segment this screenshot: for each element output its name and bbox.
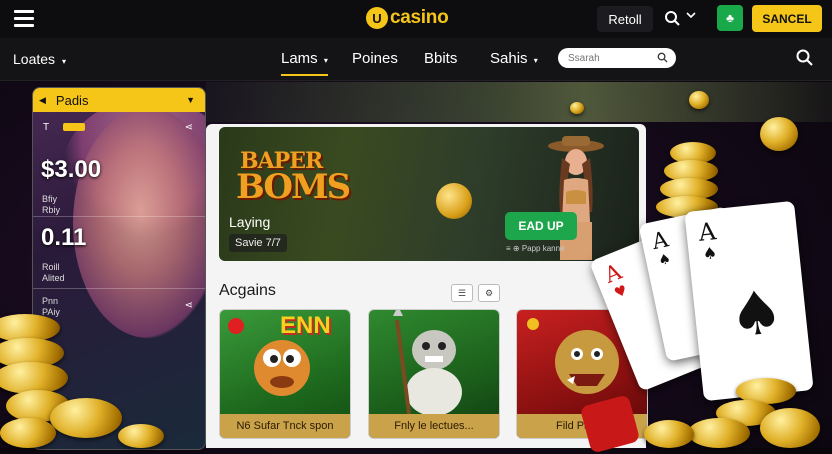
share-icon[interactable]: ⋖ — [185, 122, 193, 133]
heart-icon: ♥ — [612, 282, 630, 302]
game-title: Fnly le lectues... — [369, 414, 499, 438]
nav-item-lams[interactable]: Lams ▾ — [281, 50, 328, 76]
banner-title: BAPER BOMS — [236, 148, 351, 207]
coin-icon — [50, 398, 122, 438]
nav-item-poines[interactable]: Poines — [352, 50, 398, 67]
search-icon[interactable] — [795, 48, 815, 68]
banner-title-line2: BOMS — [236, 167, 351, 207]
playing-card: A ♠ ♠ — [684, 200, 814, 402]
share-icon[interactable]: ⋖ — [185, 300, 193, 311]
panel-header[interactable]: ◀ Padis ▼ — [33, 88, 205, 112]
search-input[interactable] — [566, 51, 660, 65]
coin-icon — [689, 91, 709, 109]
sub-line: Roill — [42, 262, 60, 272]
nav-item-label: Sahis — [490, 50, 528, 67]
search-icon[interactable] — [657, 52, 668, 63]
game-card[interactable]: Fnly le lectues... — [368, 309, 500, 439]
coin-icon — [118, 424, 164, 448]
balance-amount: $3.00 — [41, 156, 102, 183]
divider — [33, 216, 205, 217]
coin-icon — [0, 418, 56, 448]
sub-line: Alited — [42, 273, 65, 283]
coin-icon — [760, 117, 798, 151]
background-scene — [206, 82, 832, 122]
cowgirl-illustration — [548, 136, 604, 260]
spade-icon: ♠ — [725, 276, 787, 352]
nav-item-sahis[interactable]: Sahis ▾ — [490, 50, 538, 67]
chevron-down-icon: ▾ — [533, 56, 538, 65]
coin-icon — [570, 102, 584, 114]
chevron-down-icon: ▾ — [61, 57, 66, 66]
coin-icon — [436, 183, 472, 219]
search-box[interactable] — [558, 48, 676, 68]
top-bar: U casino Retoll ♣ SANCEL — [0, 0, 832, 38]
arrow-left-icon[interactable]: ◀ — [39, 95, 46, 106]
nav-bar: Loates ▾ Lams ▾ Poines Bbits Sahis ▾ — [0, 38, 832, 81]
coin-icon — [644, 420, 694, 448]
read-up-button[interactable]: EAD UP — [505, 212, 577, 240]
retail-button[interactable]: Retoll — [597, 6, 653, 32]
chevron-down-icon[interactable] — [685, 9, 697, 21]
game-card[interactable]: ENN N6 Sufar Tnck spon — [219, 309, 351, 439]
chevron-down-icon: ▾ — [323, 56, 328, 65]
sub-line: Pnn — [42, 296, 59, 306]
game-title: N6 Sufar Tnck spon — [220, 414, 350, 438]
nav-dropdown[interactable]: Loates ▾ — [13, 51, 66, 67]
user-icon[interactable]: ♣ — [717, 5, 743, 31]
list-view-icon[interactable]: ☰ — [451, 284, 473, 302]
banner-label: Laying — [229, 214, 271, 230]
logo-text: casino — [390, 7, 449, 28]
sub-line: Bfiy — [42, 194, 58, 204]
spade-icon: ♠ — [701, 243, 719, 264]
menu-icon[interactable] — [14, 10, 34, 27]
row-marker: T — [43, 122, 50, 133]
bonus-label: Roill Alited — [42, 262, 65, 284]
balance-label: Bfiy Rbiy — [42, 194, 60, 216]
banner-note: ≡ ⊕ Papp kanne — [506, 244, 565, 253]
game-art — [393, 310, 462, 414]
casino-logo[interactable]: U casino — [366, 5, 449, 31]
coin-icon — [688, 418, 750, 448]
extra-label: Pnn PAiy — [42, 296, 60, 318]
filter-icon[interactable]: ⚙ — [478, 284, 500, 302]
panel-title: Padis — [55, 92, 89, 108]
logo-mark: U — [366, 7, 388, 29]
nav-item-label: Lams — [281, 50, 318, 67]
status-badge — [63, 123, 85, 131]
game-art-text: ENN — [280, 312, 331, 339]
nav-dropdown-label: Loates — [13, 51, 56, 67]
section-title: Acgains — [219, 282, 276, 299]
spade-icon: ♠ — [656, 251, 673, 270]
coin-icon — [760, 408, 820, 448]
bonus-amount: 0.11 — [41, 224, 87, 251]
sub-line: Rbiy — [42, 205, 61, 215]
chevron-down-icon[interactable]: ▼ — [186, 95, 195, 105]
cancel-button[interactable]: SANCEL — [752, 5, 822, 32]
banner-sub: Savie 7/7 — [229, 234, 287, 252]
search-icon[interactable] — [662, 8, 684, 30]
divider — [33, 288, 205, 289]
nav-item-bbits[interactable]: Bbits — [424, 50, 457, 67]
